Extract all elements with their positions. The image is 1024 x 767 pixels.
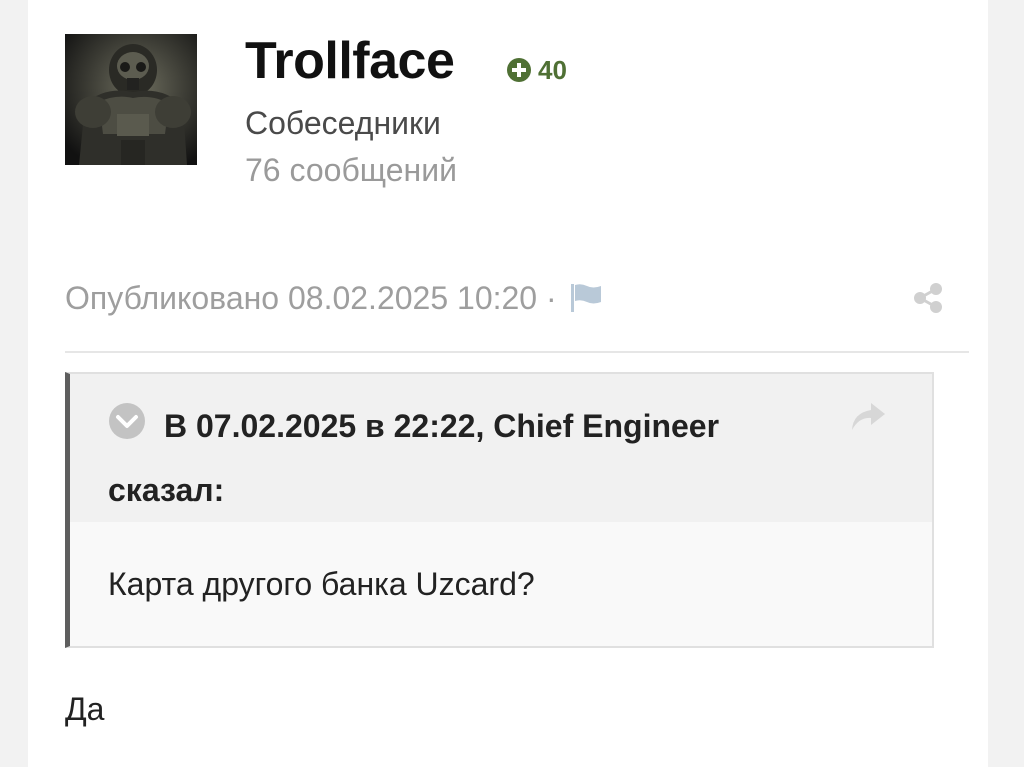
post-date: Опубликовано 08.02.2025 10:20 · xyxy=(65,279,557,316)
reputation-count: 40 xyxy=(538,54,567,85)
post-container: Trollface 40 Собеседники 76 сообщений Оп… xyxy=(28,0,988,767)
author-avatar[interactable] xyxy=(65,34,197,165)
post-meta: Опубликовано 08.02.2025 10:20 · xyxy=(65,278,603,318)
power-armor-avatar-image xyxy=(65,34,197,165)
post-content: Да xyxy=(65,691,105,727)
flag-icon[interactable] xyxy=(569,283,603,313)
quote-citation: В 07.02.2025 в 22:22, Chief Engineer ска… xyxy=(108,408,720,508)
quote-block: В 07.02.2025 в 22:22, Chief Engineer ска… xyxy=(65,372,934,648)
quote-body: Карта другого банка Uzcard? xyxy=(108,566,535,602)
share-icon[interactable] xyxy=(911,281,945,315)
author-name[interactable]: Trollface xyxy=(245,30,455,92)
post-divider xyxy=(65,351,969,353)
plus-circle-icon xyxy=(507,58,531,82)
share-arrow-icon[interactable] xyxy=(849,400,887,434)
author-post-count: 76 сообщений xyxy=(245,152,457,188)
author-group: Собеседники xyxy=(245,105,441,141)
reputation-badge[interactable]: 40 xyxy=(506,53,567,87)
